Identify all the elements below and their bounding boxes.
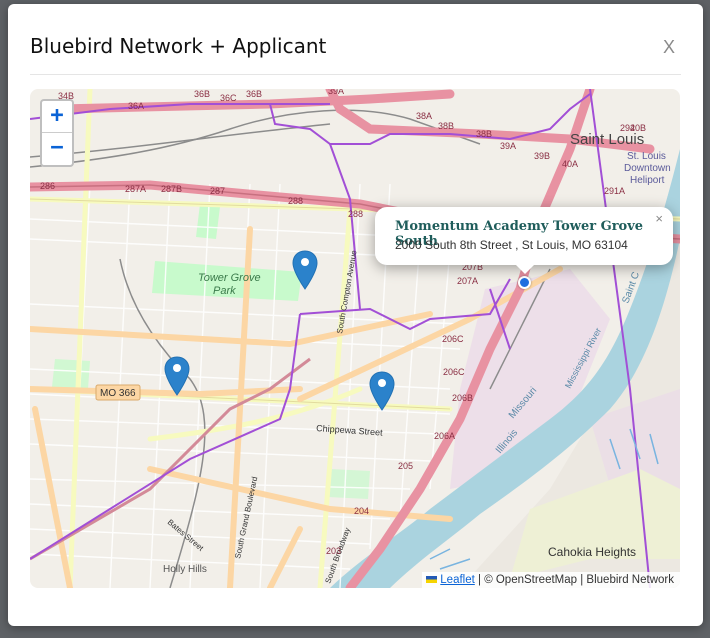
label-park: Park xyxy=(213,285,236,297)
exit-label: 206C xyxy=(443,367,465,377)
exit-label: 287 xyxy=(210,186,225,196)
exit-label: 203 xyxy=(326,546,341,556)
exit-label: 287B xyxy=(161,184,182,194)
label-saint-louis: Saint Louis xyxy=(570,131,644,148)
exit-label: 36A xyxy=(128,101,144,111)
exit-label: 288 xyxy=(288,196,303,206)
popup-tip xyxy=(515,264,535,274)
modal-dialog: Bluebird Network + Applicant X Saint Lou… xyxy=(8,4,703,626)
exit-label: 36B xyxy=(246,89,262,99)
map-marker-icon[interactable] xyxy=(164,356,190,396)
leaflet-link[interactable]: Leaflet xyxy=(440,574,475,586)
exit-label: 207A xyxy=(457,276,478,286)
exit-label: 38B xyxy=(476,129,492,139)
exit-label: 36B xyxy=(194,89,210,99)
popup-address: 2000 South 8th Street , St Louis, MO 631… xyxy=(395,238,628,252)
zoom-in-button[interactable]: + xyxy=(42,101,72,133)
map-marker-icon[interactable] xyxy=(292,250,318,290)
attribution-text: | © OpenStreetMap | Bluebird Network xyxy=(474,574,674,586)
exit-label: 39A xyxy=(500,141,516,151)
close-button[interactable]: X xyxy=(663,37,675,58)
map-view[interactable]: Saint Louis St. Louis Downtown Heliport … xyxy=(30,89,680,588)
map-attribution: Leaflet | © OpenStreetMap | Bluebird Net… xyxy=(422,572,680,588)
ukraine-flag-icon xyxy=(426,576,438,584)
exit-label: 38A xyxy=(416,111,432,121)
exit-label: 205 xyxy=(398,461,413,471)
exit-label: 38B xyxy=(438,121,454,131)
exit-label: 206B xyxy=(452,393,473,403)
label-downtown2: Downtown xyxy=(624,163,671,174)
map-popup: × Momentum Academy Tower Grove South 200… xyxy=(375,207,673,274)
exit-label: 39A xyxy=(328,89,344,96)
zoom-control: + − xyxy=(40,99,74,167)
exit-label: 206C xyxy=(442,334,464,344)
modal-title: Bluebird Network + Applicant xyxy=(30,34,327,58)
exit-label: 288 xyxy=(348,209,363,219)
exit-label: 292 xyxy=(620,123,635,133)
exit-label: 40A xyxy=(562,159,578,169)
modal-header: Bluebird Network + Applicant X xyxy=(30,4,681,75)
exit-label: 39B xyxy=(534,151,550,161)
label-cahokia: Cahokia Heights xyxy=(548,545,636,559)
label-holly-hills: Holly Hills xyxy=(163,564,207,575)
exit-label: 204 xyxy=(354,506,369,516)
label-heliport: Heliport xyxy=(630,175,665,186)
exit-label: 287A xyxy=(125,184,146,194)
exit-label: 286 xyxy=(40,181,55,191)
exit-label: 36C xyxy=(220,93,237,103)
label-mo366: MO 366 xyxy=(100,388,136,399)
applicant-location-dot[interactable] xyxy=(518,276,531,289)
exit-label: 291A xyxy=(604,186,625,196)
label-tower-grove: Tower Grove xyxy=(198,272,261,284)
map-marker-icon[interactable] xyxy=(369,371,395,411)
label-chippewa: Chippewa Street xyxy=(316,423,384,438)
zoom-out-button[interactable]: − xyxy=(42,133,72,164)
label-downtown: St. Louis xyxy=(627,151,666,162)
map-tiles: Saint Louis St. Louis Downtown Heliport … xyxy=(30,89,680,588)
exit-label: 206A xyxy=(434,431,455,441)
